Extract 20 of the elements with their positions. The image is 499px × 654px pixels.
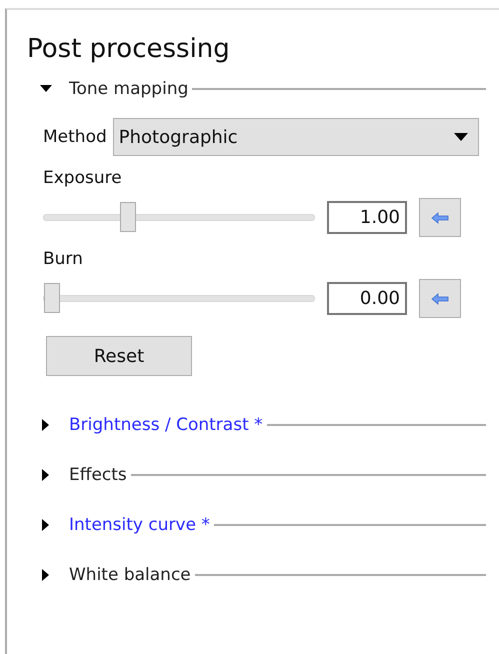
- value-field[interactable]: 0.00: [327, 282, 407, 315]
- slider-thumb[interactable]: [44, 283, 60, 313]
- method-dropdown[interactable]: Photographic: [112, 118, 479, 156]
- panel-title: Post processing: [27, 33, 231, 66]
- caret-icon: [454, 133, 468, 141]
- section-header[interactable]: Brightness / Contrast *: [69, 415, 267, 435]
- section-header[interactable]: White balance: [69, 565, 195, 585]
- slider-label: Burn: [43, 249, 84, 269]
- arrow-left-icon: [431, 292, 449, 304]
- reset-value-button[interactable]: [419, 198, 461, 237]
- arrow-left-icon: [431, 212, 449, 224]
- reset-button[interactable]: Reset: [46, 336, 192, 376]
- method-label: Method: [43, 127, 107, 147]
- section-header[interactable]: Intensity curve *: [69, 515, 214, 535]
- reset-value-button[interactable]: [419, 279, 461, 318]
- section-header[interactable]: Effects: [69, 465, 131, 485]
- section-header[interactable]: Tone mapping: [69, 79, 192, 99]
- slider-thumb[interactable]: [120, 202, 136, 232]
- value-field[interactable]: 1.00: [327, 201, 407, 234]
- slider-label: Exposure: [43, 168, 123, 188]
